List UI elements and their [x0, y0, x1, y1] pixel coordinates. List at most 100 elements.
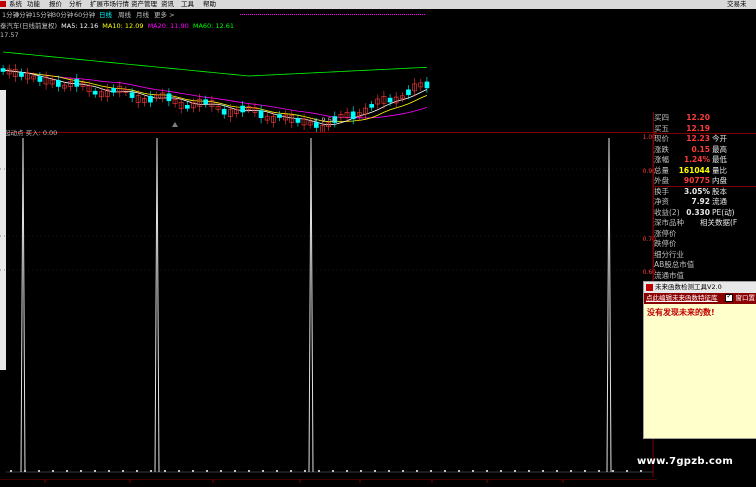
baseline-dot [108, 470, 110, 472]
panel-divider [0, 132, 657, 133]
candle [19, 72, 24, 77]
menu-bar: 系统 功能 报价 分析 扩展市场行情 资产管理 资讯 工具 帮助 交易未 [0, 0, 756, 9]
candle [203, 99, 209, 105]
quote-value: 12.23 [686, 134, 710, 143]
signal-spike [308, 137, 314, 473]
quote-row: AB股总市值 [654, 260, 756, 270]
menu-item-asset-management[interactable]: 资产管理 [131, 0, 157, 9]
candle [0, 68, 6, 72]
candle [129, 92, 135, 98]
quote-row: 涨幅 1.24% 最低 [654, 155, 756, 165]
baseline-dot [276, 470, 278, 472]
quote-extra-label: 股本 [712, 186, 727, 196]
period-30min[interactable]: 30分钟 [52, 11, 73, 20]
quote-row: 买五 12.19 [654, 124, 756, 134]
menu-item-extended-market[interactable]: 扩展市场行情 [90, 0, 129, 9]
quote-row: 净资 7.92 流通 [654, 197, 756, 207]
future-function-popup[interactable]: 未来函数检测工具V2.0 点此编辑未来函数特征库 ✓ 窗口置 没有发现未来的数! [643, 281, 756, 439]
candle [424, 81, 430, 89]
quote-label: 流通市值 [654, 270, 684, 280]
quote-label: 跌停价 [654, 239, 677, 248]
baseline-dot [430, 470, 432, 472]
quote-row: 外盘 90775 内盘 [654, 176, 756, 186]
menu-item-analysis[interactable]: 分析 [69, 0, 82, 9]
edit-feature-library-link[interactable]: 点此编辑未来函数特征库 [646, 294, 718, 302]
quote-label: 涨跌 [654, 144, 669, 154]
popup-title-bar[interactable]: 未来函数检测工具V2.0 [644, 282, 756, 293]
candle [55, 80, 61, 87]
baseline-dot [626, 470, 628, 472]
baseline-dot [262, 470, 264, 472]
baseline-dot [38, 470, 40, 472]
watermark: www.7gpzb.com [637, 456, 734, 467]
signal-spike [606, 137, 612, 473]
period-more[interactable]: 更多 > [154, 11, 175, 20]
menu-item-news[interactable]: 资讯 [161, 0, 174, 9]
period-weekly[interactable]: 周线 [118, 11, 131, 20]
menu-trade-title[interactable]: 交易未 [727, 0, 747, 9]
baseline-dot [570, 470, 572, 472]
candle [369, 104, 375, 108]
baseline-dot [206, 470, 208, 472]
baseline-dot [528, 470, 530, 472]
candle [406, 89, 411, 96]
quote-row: 涨停价 [654, 229, 756, 239]
quote-extra-label: 最低 [712, 155, 727, 164]
price-chart[interactable] [0, 40, 430, 132]
quote-value: 7.92 [691, 197, 710, 206]
quote-row: 换手 3.05% 股本 [654, 187, 756, 197]
period-monthly[interactable]: 月线 [136, 11, 149, 20]
menu-item-tools[interactable]: 工具 [181, 0, 194, 9]
quote-value: 161044 [678, 165, 710, 175]
baseline-dot [402, 470, 404, 472]
ma-legend: 泰汽车(日线前复权) MA5: 12.16 MA10: 12.09 MA20: … [0, 22, 234, 31]
scroll-marker-icon[interactable] [172, 122, 178, 127]
period-daily[interactable]: 日线 [99, 11, 112, 20]
candle [185, 105, 190, 109]
quote-extra-label: 内盘 [712, 176, 727, 185]
quote-label: 涨停价 [654, 228, 677, 238]
quote-label: 外盘 [654, 176, 669, 185]
candle [111, 87, 116, 93]
candle [387, 97, 393, 103]
menu-item-function[interactable]: 功能 [27, 0, 40, 9]
quote-row: 流通市值 [654, 271, 756, 281]
low-price-value: 9.58 [321, 116, 336, 124]
quote-label: 净资 [654, 197, 669, 206]
candle [258, 110, 264, 118]
popup-app-icon [646, 284, 653, 291]
period-15min[interactable]: 15分钟 [32, 11, 53, 20]
pin-window-option[interactable]: ✓ 窗口置 [725, 292, 755, 304]
menu-item-help[interactable]: 帮助 [203, 0, 216, 9]
menu-item-quote[interactable]: 报价 [49, 0, 62, 9]
candle [350, 111, 356, 120]
ma60-line [3, 51, 427, 77]
ma60-label: MA60: 12.61 [192, 22, 235, 30]
quote-value: 1.24% [683, 155, 710, 164]
baseline-dot [360, 470, 362, 472]
baseline-dot [542, 470, 544, 472]
baseline-dot [612, 470, 614, 472]
quote-value: 0.330 [686, 207, 710, 217]
pin-window-checkbox[interactable]: ✓ [725, 292, 734, 302]
baseline-dot [584, 470, 586, 472]
baseline-dot [486, 470, 488, 472]
quote-extra-label: 流通 [712, 197, 727, 206]
baseline-dot [24, 470, 26, 472]
candle [240, 105, 246, 113]
baseline-dot [514, 470, 516, 472]
baseline-dot [556, 470, 558, 472]
quote-row: 收益(2) 0.330 PE(动) [654, 208, 756, 218]
baseline-dot [500, 470, 502, 472]
indicator-chart[interactable] [0, 134, 657, 477]
period-5min[interactable]: 5分钟 [15, 11, 32, 20]
period-60min[interactable]: 60分钟 [74, 11, 95, 20]
baseline-dot [178, 470, 180, 472]
baseline-dot [388, 470, 390, 472]
baseline-dot [66, 470, 68, 472]
menu-item-system[interactable]: 系统 [9, 0, 22, 9]
baseline-dot [458, 470, 460, 472]
candle [37, 76, 43, 82]
baseline-dot [416, 470, 418, 472]
candle [92, 90, 98, 95]
